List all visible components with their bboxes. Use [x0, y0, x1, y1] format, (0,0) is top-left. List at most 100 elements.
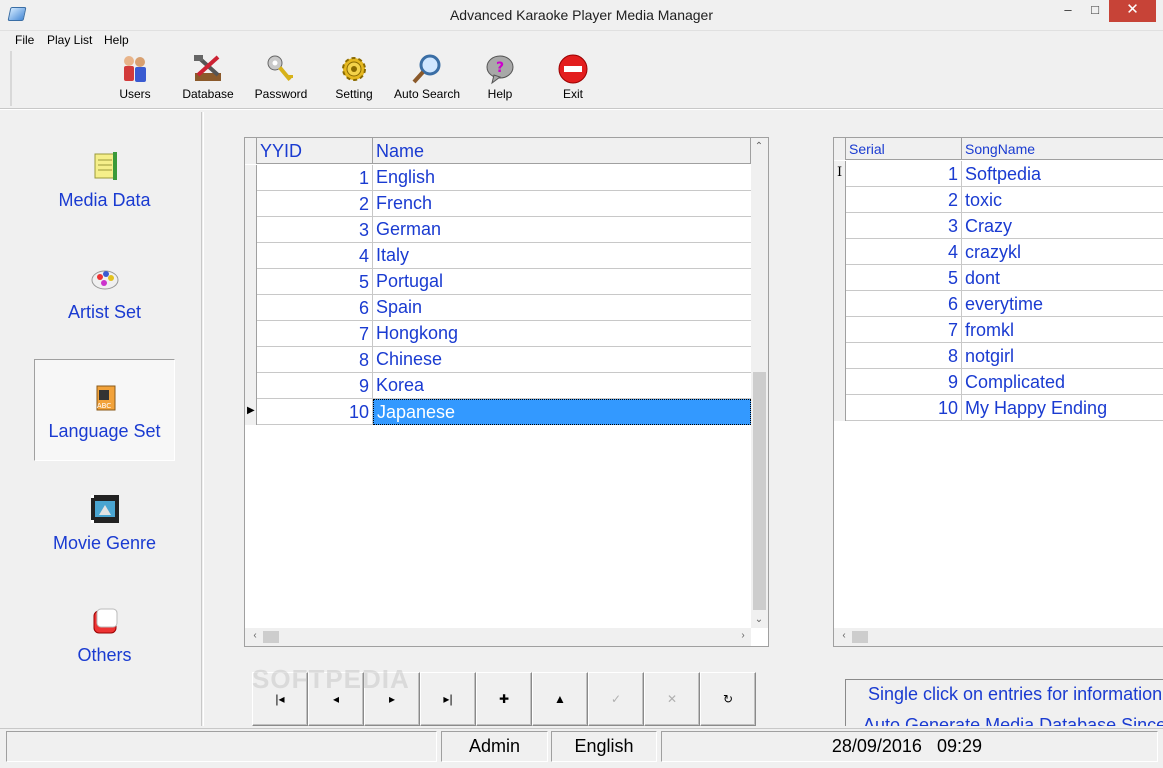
menu-play-list[interactable]: Play List — [47, 33, 92, 47]
scroll-up-arrow[interactable]: ⌃ — [751, 141, 767, 152]
row-indicator[interactable] — [834, 395, 846, 421]
table-row[interactable]: 8 Chinese — [245, 347, 751, 373]
row-indicator[interactable] — [245, 165, 257, 191]
cell-songname[interactable]: Complicated — [962, 369, 1163, 395]
cell-name[interactable]: Hongkong — [373, 321, 751, 347]
table-row[interactable]: 5 Portugal — [245, 269, 751, 295]
table-row[interactable]: 6 Spain — [245, 295, 751, 321]
row-indicator[interactable] — [834, 343, 846, 369]
row-indicator[interactable] — [245, 191, 257, 217]
cell-serial[interactable]: 7 — [846, 317, 962, 343]
last-record-button[interactable]: ▸| — [420, 672, 476, 726]
maximize-button[interactable]: □ — [1082, 0, 1108, 22]
cell-songname[interactable]: toxic — [962, 187, 1163, 213]
insert-record-button[interactable]: ✚ — [476, 672, 532, 726]
cell-name[interactable]: Japanese — [373, 399, 751, 425]
table-row[interactable]: 7 Hongkong — [245, 321, 751, 347]
cell-yyid[interactable]: 10 — [257, 399, 373, 425]
row-indicator[interactable] — [834, 369, 846, 395]
cell-serial[interactable]: 5 — [846, 265, 962, 291]
cell-serial[interactable]: 9 — [846, 369, 962, 395]
password-button[interactable]: Password — [246, 53, 316, 105]
language-grid[interactable]: YYID Name 1 English 2 French 3 German 4 Italy 5 P… — [244, 137, 769, 647]
cell-name[interactable]: Chinese — [373, 347, 751, 373]
row-indicator[interactable] — [834, 291, 846, 317]
table-row[interactable]: 4 Italy — [245, 243, 751, 269]
cell-serial[interactable]: 2 — [846, 187, 962, 213]
cell-name[interactable]: German — [373, 217, 751, 243]
table-row[interactable]: 3 German — [245, 217, 751, 243]
cell-songname[interactable]: Crazy — [962, 213, 1163, 239]
row-indicator[interactable] — [834, 317, 846, 343]
cell-yyid[interactable]: 3 — [257, 217, 373, 243]
scroll-right-arrow[interactable]: › — [735, 630, 751, 641]
cell-name[interactable]: French — [373, 191, 751, 217]
row-indicator[interactable] — [245, 295, 257, 321]
row-indicator[interactable] — [245, 243, 257, 269]
table-row[interactable]: 1 English — [245, 165, 751, 191]
auto-search-button[interactable]: Auto Search — [392, 53, 462, 105]
cell-yyid[interactable]: 5 — [257, 269, 373, 295]
table-row[interactable]: 2 French — [245, 191, 751, 217]
cell-serial[interactable]: 10 — [846, 395, 962, 421]
row-indicator[interactable] — [245, 347, 257, 373]
language-grid-vscroll[interactable]: ⌃ ⌄ — [751, 138, 768, 628]
cell-yyid[interactable]: 1 — [257, 165, 373, 191]
minimize-button[interactable]: – — [1055, 0, 1081, 22]
cell-yyid[interactable]: 7 — [257, 321, 373, 347]
cell-serial[interactable]: 6 — [846, 291, 962, 317]
cell-serial[interactable]: 3 — [846, 213, 962, 239]
nav-movie-genre[interactable]: Movie Genre — [34, 493, 175, 595]
users-button[interactable]: Users — [100, 53, 170, 105]
refresh-record-button[interactable]: ↻ — [700, 672, 756, 726]
cell-yyid[interactable]: 9 — [257, 373, 373, 399]
table-row[interactable]: 9 Korea — [245, 373, 751, 399]
column-header-yyid[interactable]: YYID — [257, 138, 373, 164]
cell-yyid[interactable]: 6 — [257, 295, 373, 321]
cell-songname[interactable]: crazykl — [962, 239, 1163, 265]
exit-button[interactable]: Exit — [538, 53, 608, 105]
table-row[interactable]: 10 My Happy Ending — [834, 395, 1163, 421]
row-indicator[interactable] — [245, 217, 257, 243]
edit-record-button[interactable]: ▲ — [532, 672, 588, 726]
table-row[interactable]: 4 crazykl — [834, 239, 1163, 265]
row-indicator[interactable] — [834, 239, 846, 265]
help-button[interactable]: ? Help — [465, 53, 535, 105]
cell-name[interactable]: Portugal — [373, 269, 751, 295]
column-header-serial[interactable]: Serial — [846, 138, 962, 160]
setting-button[interactable]: Setting — [319, 53, 389, 105]
cell-songname[interactable]: Softpedia — [962, 161, 1163, 187]
database-button[interactable]: Database — [173, 53, 243, 105]
table-row[interactable]: 5 dont — [834, 265, 1163, 291]
row-indicator[interactable] — [245, 269, 257, 295]
menu-file[interactable]: File — [15, 33, 34, 47]
cell-name[interactable]: Spain — [373, 295, 751, 321]
cell-name[interactable]: English — [373, 165, 751, 191]
cell-yyid[interactable]: 4 — [257, 243, 373, 269]
song-grid-hscroll[interactable]: ‹ — [834, 628, 1163, 646]
nav-artist-set[interactable]: Artist Set — [34, 262, 175, 364]
cell-songname[interactable]: fromkl — [962, 317, 1163, 343]
nav-language-set[interactable]: ABC Language Set — [34, 359, 175, 461]
cell-serial[interactable]: 8 — [846, 343, 962, 369]
table-row[interactable]: 9 Complicated — [834, 369, 1163, 395]
column-header-name[interactable]: Name — [373, 138, 751, 164]
cell-name[interactable]: Italy — [373, 243, 751, 269]
row-indicator[interactable] — [245, 373, 257, 399]
nav-others[interactable]: Others — [34, 605, 175, 707]
cell-songname[interactable]: everytime — [962, 291, 1163, 317]
table-row[interactable]: 8 notgirl — [834, 343, 1163, 369]
scroll-left-arrow[interactable]: ‹ — [836, 630, 852, 641]
cell-serial[interactable]: 1 — [846, 161, 962, 187]
cell-yyid[interactable]: 2 — [257, 191, 373, 217]
cell-serial[interactable]: 4 — [846, 239, 962, 265]
cell-songname[interactable]: notgirl — [962, 343, 1163, 369]
hscroll-thumb[interactable] — [852, 631, 868, 643]
cell-name[interactable]: Korea — [373, 373, 751, 399]
table-row[interactable]: ▶ 10 Japanese — [245, 399, 751, 425]
scroll-thumb[interactable] — [753, 372, 766, 610]
table-row[interactable]: 6 everytime — [834, 291, 1163, 317]
row-indicator[interactable] — [834, 187, 846, 213]
table-row[interactable]: 7 fromkl — [834, 317, 1163, 343]
row-indicator[interactable] — [245, 321, 257, 347]
